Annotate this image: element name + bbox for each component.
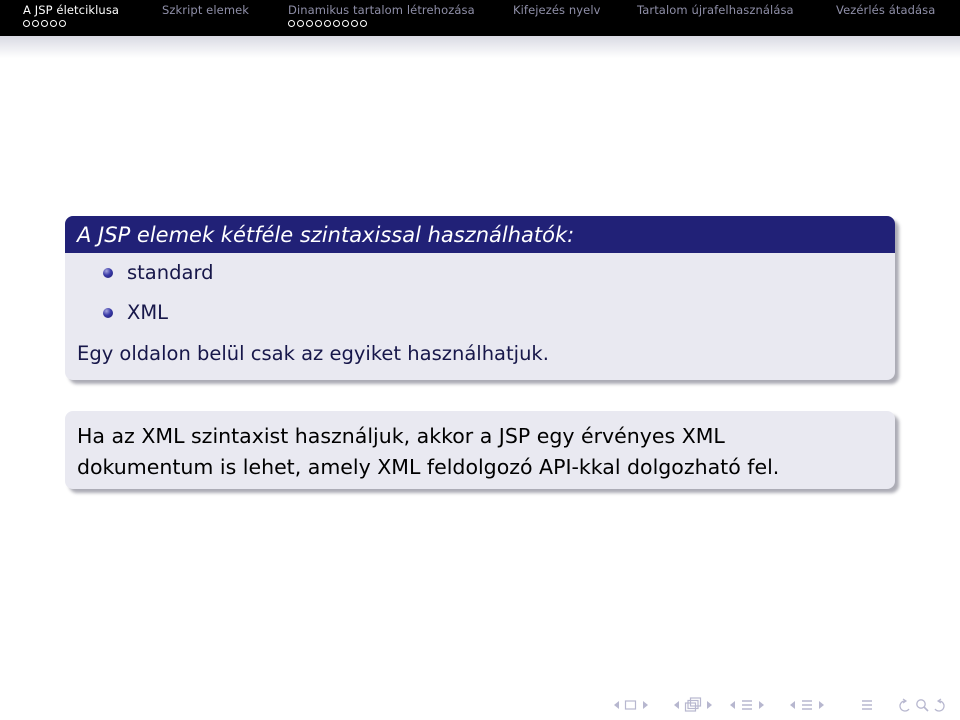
- slide-dot[interactable]: [59, 20, 66, 27]
- subsection-prev-icon[interactable]: [728, 695, 738, 715]
- search-back-icon[interactable]: [896, 695, 912, 715]
- nav-section-script-elements[interactable]: Szkript elemek: [162, 3, 249, 17]
- frame-next-icon[interactable]: [704, 695, 714, 715]
- frame-stack-icon: [684, 695, 702, 715]
- slide-dot[interactable]: [306, 20, 313, 27]
- slide-prev-icon[interactable]: [612, 695, 622, 715]
- slide-dot[interactable]: [315, 20, 322, 27]
- slide-dot[interactable]: [342, 20, 349, 27]
- section-icon: [800, 695, 814, 715]
- nav-section-jsp-lifecycle[interactable]: A JSP életciklusa: [23, 3, 119, 17]
- list-item-label: XML: [127, 301, 169, 324]
- slide-next-icon[interactable]: [640, 695, 650, 715]
- nav-section-content-reuse[interactable]: Tartalom újrafelhasználása: [637, 3, 794, 17]
- slide-dot[interactable]: [41, 20, 48, 27]
- bullet-icon: [103, 268, 113, 278]
- frame-prev-icon[interactable]: [672, 695, 682, 715]
- nav-section-expression-language[interactable]: Kifejezés nyelv: [513, 3, 601, 17]
- nav-section-control-transfer[interactable]: Vezérlés átadása: [836, 3, 935, 17]
- xml-info-text: Ha az XML szintaxist használjuk, akkor a…: [65, 411, 895, 483]
- xml-info-line: Ha az XML szintaxist használjuk, akkor a…: [77, 424, 725, 448]
- list-item: XML: [77, 293, 883, 333]
- list-item: standard: [77, 253, 883, 293]
- slide-dot[interactable]: [23, 20, 30, 27]
- slide-dot[interactable]: [333, 20, 340, 27]
- syntax-block-body: standard XML Egy oldalon belül csak az e…: [65, 253, 895, 375]
- slide-dot[interactable]: [360, 20, 367, 27]
- slide-dot[interactable]: [297, 20, 304, 27]
- nav-section-dynamic-content-slide-dots: [288, 20, 367, 27]
- slide-dot[interactable]: [32, 20, 39, 27]
- section-navigation-bar: A JSP életciklusa Szkript elemek Dinamik…: [0, 0, 960, 36]
- slide-frame-icon: [624, 695, 638, 715]
- slide-dot[interactable]: [50, 20, 57, 27]
- syntax-block: A JSP elemek kétféle szintaxissal haszná…: [65, 216, 895, 380]
- slide-dot[interactable]: [351, 20, 358, 27]
- subsection-next-icon[interactable]: [756, 695, 766, 715]
- xml-info-line: dokumentum is lehet, amely XML feldolgoz…: [77, 455, 780, 479]
- syntax-note: Egy oldalon belül csak az egyiket haszná…: [77, 342, 549, 365]
- subsection-icon: [740, 695, 754, 715]
- toc-icon[interactable]: [860, 695, 874, 715]
- slide-dot[interactable]: [288, 20, 295, 27]
- slide-dot[interactable]: [324, 20, 331, 27]
- navigation-bar-shadow: [0, 36, 960, 58]
- section-prev-icon[interactable]: [788, 695, 798, 715]
- slide-navigation-symbols: [612, 695, 952, 717]
- syntax-block-title: A JSP elemek kétféle szintaxissal haszná…: [65, 216, 895, 253]
- search-icon[interactable]: [914, 695, 930, 715]
- section-next-icon[interactable]: [816, 695, 826, 715]
- nav-section-dynamic-content[interactable]: Dinamikus tartalom létrehozása: [288, 3, 475, 17]
- nav-section-jsp-lifecycle-slide-dots: [23, 20, 66, 27]
- bullet-icon: [103, 308, 113, 318]
- xml-info-block: Ha az XML szintaxist használjuk, akkor a…: [65, 411, 895, 489]
- list-item-label: standard: [127, 261, 214, 284]
- search-forward-icon[interactable]: [932, 695, 948, 715]
